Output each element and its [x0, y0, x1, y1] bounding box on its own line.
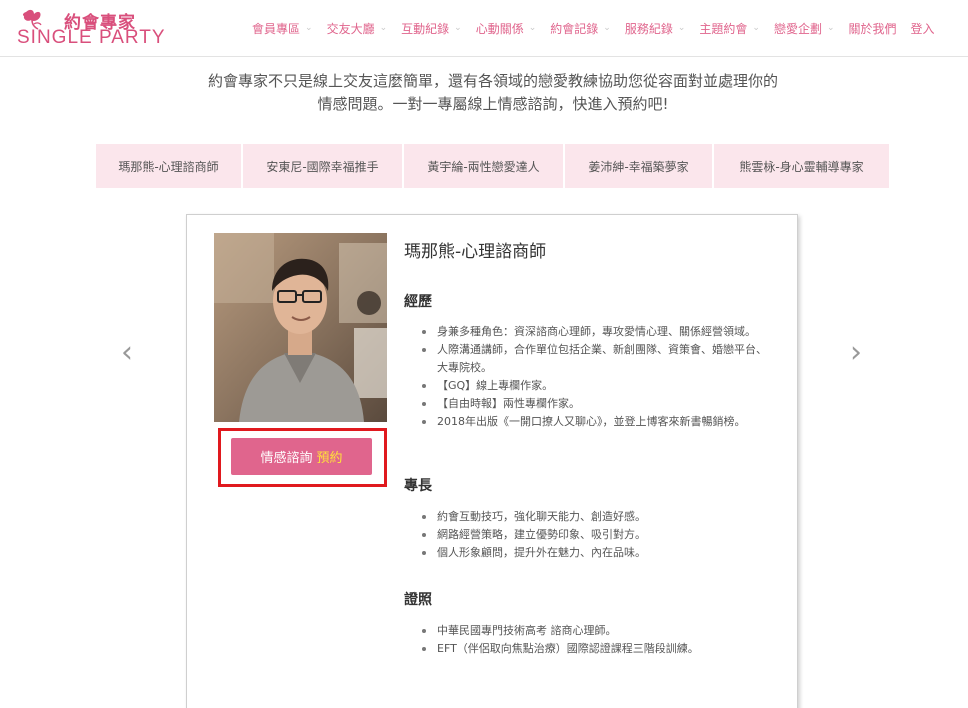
chevron-down-icon: ⌄ — [826, 23, 835, 33]
chevron-down-icon: ⌄ — [677, 23, 686, 33]
nav-item-about[interactable]: 關於我們 — [849, 20, 897, 37]
tab-consultant-2[interactable]: 安東尼-國際幸福推手 — [243, 144, 402, 188]
nav-item-label: 交友大廳 — [326, 21, 375, 36]
profile-card: 情感諮詢 預約 瑪那熊-心理諮商師 經歷 身兼多種角色：資深諮商心理師，專攻愛情心… — [186, 214, 798, 708]
profile-photo — [214, 233, 387, 422]
chevron-left-icon[interactable]: ‹ — [117, 338, 137, 368]
chevron-right-icon[interactable]: › — [846, 338, 866, 368]
list-item: EFT（伴侶取向焦點治療）國際認證課程三階段訓練。 — [420, 640, 770, 658]
nav-item-dates[interactable]: 約會記錄 ⌄ — [550, 20, 611, 37]
nav-item-lobby[interactable]: 交友大廳 ⌄ — [327, 20, 388, 37]
tab-consultant-4[interactable]: 姜沛紳-幸福築夢家 — [565, 144, 712, 188]
list-item: 約會互動技巧，強化聊天能力、創造好感。 — [420, 508, 770, 526]
section-title-certifications: 證照 — [404, 592, 432, 608]
nav-item-label: 關於我們 — [848, 21, 897, 36]
nav-item-interactions[interactable]: 互動紀錄 ⌄ — [401, 20, 462, 37]
nav-item-label: 互動紀錄 — [401, 21, 450, 36]
book-button-highlight: 預約 — [316, 451, 343, 466]
tab-consultant-5[interactable]: 熊雲栐-身心靈輔導專家 — [714, 144, 889, 188]
list-item: 網路經營策略，建立優勢印象、吸引對方。 — [420, 526, 770, 544]
nav-item-login[interactable]: 登入 — [911, 20, 935, 37]
nav-item-label: 戀愛企劃 — [773, 21, 822, 36]
list-item: 人際溝通講師，合作單位包括企業、新創團隊、資策會、婚戀平台、大專院校。 — [420, 341, 770, 377]
nav-item-member[interactable]: 會員專區 ⌄ — [252, 20, 313, 37]
section-title-experience: 經歷 — [404, 294, 432, 310]
tab-consultant-3[interactable]: 黃宇綸-兩性戀愛達人 — [404, 144, 563, 188]
nav-item-label: 約會記錄 — [550, 21, 599, 36]
book-consultation-button[interactable]: 情感諮詢 預約 — [231, 438, 372, 475]
book-button-label: 情感諮詢 — [260, 451, 313, 466]
experience-list: 身兼多種角色：資深諮商心理師，專攻愛情心理、關係經營領域。 人際溝通講師，合作單… — [420, 323, 770, 431]
chevron-down-icon: ⌄ — [305, 23, 313, 33]
nav-item-label: 服務紀錄 — [624, 21, 673, 36]
nav-item-services[interactable]: 服務紀錄 ⌄ — [625, 20, 686, 37]
chevron-down-icon: ⌄ — [752, 23, 760, 33]
list-item: 【自由時報】兩性專欄作家。 — [420, 395, 770, 413]
nav-item-label: 會員專區 — [252, 21, 301, 36]
list-item: 【GQ】線上專欄作家。 — [420, 377, 770, 395]
consultant-tabs: 瑪那熊-心理諮商師 安東尼-國際幸福推手 黃宇綸-兩性戀愛達人 姜沛紳-幸福築夢… — [96, 144, 889, 188]
chevron-down-icon: ⌄ — [528, 23, 537, 33]
chevron-down-icon: ⌄ — [454, 23, 462, 33]
list-item: 2018年出版《一開口撩人又聊心》，並登上博客來新書暢銷榜。 — [420, 413, 770, 431]
tab-consultant-1[interactable]: 瑪那熊-心理諮商師 — [96, 144, 241, 188]
site-header: 約會專家 SINGLE PARTY 會員專區 ⌄ 交友大廳 ⌄ 互動紀錄 ⌄ 心動關係… — [0, 0, 968, 57]
nav-item-label: 登入 — [910, 21, 935, 36]
main-nav: 會員專區 ⌄ 交友大廳 ⌄ 互動紀錄 ⌄ 心動關係 ⌄ 約會記錄 ⌄ 服務紀錄 ⌄ 主題約會… — [252, 19, 935, 37]
logo-text-en: SINGLE PARTY — [17, 27, 166, 48]
nav-item-label: 主題約會 — [699, 21, 748, 36]
specialties-list: 約會互動技巧，強化聊天能力、創造好感。 網路經營策略，建立優勢印象、吸引對方。 … — [420, 508, 770, 562]
consultant-name: 瑪那熊-心理諮商師 — [404, 242, 547, 262]
list-item: 身兼多種角色：資深諮商心理師，專攻愛情心理、關係經營領域。 — [420, 323, 770, 341]
nav-item-love-plans[interactable]: 戀愛企劃 ⌄ — [774, 20, 835, 37]
nav-item-relationships[interactable]: 心動關係 ⌄ — [476, 20, 537, 37]
nav-item-label: 心動關係 — [475, 21, 524, 36]
section-title-specialties: 專長 — [404, 478, 432, 494]
intro-text: 約會專家不只是線上交友這麼簡單，還有各領域的戀愛教練協助您從容面對並處理你的 情… — [170, 70, 816, 116]
list-item: 中華民國專門技術高考 諮商心理師。 — [420, 622, 770, 640]
profile-photo-image — [214, 233, 387, 422]
chevron-down-icon: ⌄ — [379, 23, 388, 33]
intro-line-1: 約會專家不只是線上交友這麼簡單，還有各領域的戀愛教練協助您從容面對並處理你的 — [207, 72, 778, 90]
certifications-list: 中華民國專門技術高考 諮商心理師。 EFT（伴侶取向焦點治療）國際認證課程三階段… — [420, 622, 770, 658]
list-item: 個人形象顧問，提升外在魅力、內在品味。 — [420, 544, 770, 562]
chevron-down-icon: ⌄ — [603, 23, 611, 33]
nav-item-theme-dates[interactable]: 主題約會 ⌄ — [699, 20, 760, 37]
intro-line-2: 情感問題。一對一專屬線上情感諮詢，快進入預約吧! — [317, 95, 669, 113]
site-logo[interactable]: 約會專家 SINGLE PARTY — [16, 8, 165, 50]
